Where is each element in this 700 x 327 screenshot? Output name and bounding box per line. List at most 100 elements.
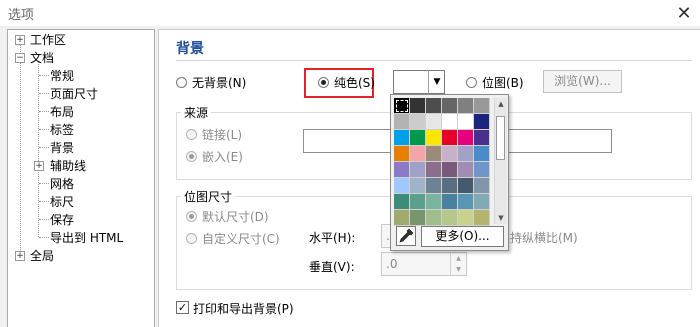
color-swatch[interactable] bbox=[426, 178, 442, 194]
tree-item-export-html[interactable]: 导出到 HTML bbox=[50, 229, 123, 246]
embed-radio[interactable] bbox=[186, 151, 197, 162]
color-swatch[interactable] bbox=[410, 162, 426, 178]
color-swatch[interactable] bbox=[394, 98, 410, 114]
color-swatch[interactable] bbox=[442, 114, 458, 130]
color-swatch[interactable] bbox=[474, 114, 490, 130]
color-swatch[interactable] bbox=[458, 146, 474, 162]
color-swatch[interactable] bbox=[442, 210, 458, 226]
options-tree: + 工作区 − 文档 常规 页面尺寸 布局 标签 背景 + 辅助线 网格 标尺 … bbox=[7, 29, 155, 327]
tree-item-save[interactable]: 保存 bbox=[50, 211, 74, 228]
color-swatch[interactable] bbox=[410, 146, 426, 162]
expand-icon[interactable]: + bbox=[15, 251, 25, 261]
browse-button[interactable]: 浏览(W)... bbox=[543, 70, 622, 93]
color-swatch[interactable] bbox=[410, 210, 426, 226]
color-swatch[interactable] bbox=[458, 178, 474, 194]
tree-item-global[interactable]: 全局 bbox=[30, 247, 54, 264]
color-swatch[interactable] bbox=[474, 162, 490, 178]
color-swatch[interactable] bbox=[474, 98, 490, 114]
color-swatch[interactable] bbox=[410, 194, 426, 210]
tree-item-label[interactable]: 标签 bbox=[50, 121, 74, 138]
close-icon[interactable]: ✕ bbox=[668, 0, 700, 26]
palette-scrollbar[interactable]: ▲ ▼ bbox=[494, 98, 507, 224]
color-swatch[interactable] bbox=[426, 98, 442, 114]
color-swatch[interactable] bbox=[394, 114, 410, 130]
embed-label[interactable]: 嵌入(E) bbox=[202, 148, 243, 165]
solid-color-radio[interactable] bbox=[318, 77, 329, 88]
color-swatch[interactable] bbox=[474, 146, 490, 162]
vertical-stepper[interactable]: .0 ▲ ▼ bbox=[381, 252, 467, 276]
tree-item-grid[interactable]: 网格 bbox=[50, 175, 74, 192]
color-swatch[interactable] bbox=[426, 114, 442, 130]
tree-line bbox=[39, 219, 49, 220]
bitmap-label[interactable]: 位图(B) bbox=[482, 74, 524, 91]
color-swatch[interactable] bbox=[458, 210, 474, 226]
link-label[interactable]: 链接(L) bbox=[202, 126, 242, 143]
color-palette-popup: ▲ ▼ 更多(O)... bbox=[390, 94, 509, 251]
more-colors-button[interactable]: 更多(O)... bbox=[421, 226, 504, 247]
color-swatch[interactable] bbox=[410, 178, 426, 194]
color-swatch[interactable] bbox=[410, 130, 426, 146]
print-export-label[interactable]: 打印和导出背景(P) bbox=[193, 300, 294, 317]
color-swatch[interactable] bbox=[394, 130, 410, 146]
color-swatch[interactable] bbox=[426, 194, 442, 210]
spin-arrows-icon[interactable]: ▲▼ bbox=[450, 253, 466, 275]
color-swatch[interactable] bbox=[442, 162, 458, 178]
chevron-down-icon[interactable]: ▼ bbox=[428, 70, 445, 94]
scroll-thumb[interactable] bbox=[496, 116, 505, 160]
color-swatch[interactable] bbox=[458, 130, 474, 146]
tree-item-document[interactable]: 文档 bbox=[30, 49, 54, 66]
color-swatch[interactable] bbox=[474, 194, 490, 210]
color-swatch[interactable] bbox=[394, 210, 410, 226]
keep-ratio-label[interactable]: 保持纵横比(M) bbox=[498, 229, 578, 246]
color-swatch[interactable] bbox=[474, 210, 490, 226]
eyedropper-icon[interactable] bbox=[396, 226, 416, 246]
tree-item-layout[interactable]: 布局 bbox=[50, 103, 74, 120]
tree-line bbox=[39, 237, 49, 238]
color-swatch[interactable] bbox=[426, 146, 442, 162]
tree-line bbox=[39, 147, 49, 148]
tree-item-workspace[interactable]: 工作区 bbox=[30, 31, 66, 48]
color-swatch[interactable] bbox=[458, 162, 474, 178]
scroll-up-icon[interactable]: ▲ bbox=[495, 98, 507, 110]
tree-item-guidelines[interactable]: 辅助线 bbox=[50, 157, 86, 174]
link-radio[interactable] bbox=[186, 129, 197, 140]
color-swatch[interactable] bbox=[474, 178, 490, 194]
tree-item-general[interactable]: 常规 bbox=[50, 67, 74, 84]
color-swatch[interactable] bbox=[394, 146, 410, 162]
color-swatch[interactable] bbox=[410, 114, 426, 130]
color-swatch[interactable] bbox=[426, 210, 442, 226]
color-swatch[interactable] bbox=[474, 130, 490, 146]
color-swatch[interactable] bbox=[394, 178, 410, 194]
color-swatch[interactable] bbox=[442, 130, 458, 146]
color-swatch[interactable] bbox=[394, 162, 410, 178]
color-swatch[interactable] bbox=[426, 130, 442, 146]
solid-color-label[interactable]: 纯色(S) bbox=[334, 74, 375, 91]
print-export-checkbox[interactable]: ✓ bbox=[176, 301, 189, 314]
color-swatch[interactable] bbox=[458, 114, 474, 130]
color-swatch[interactable] bbox=[410, 98, 426, 114]
collapse-icon[interactable]: − bbox=[15, 53, 25, 63]
color-swatch[interactable] bbox=[458, 98, 474, 114]
color-swatch[interactable] bbox=[394, 194, 410, 210]
expand-icon[interactable]: + bbox=[34, 161, 44, 171]
tree-item-rulers[interactable]: 标尺 bbox=[50, 193, 74, 210]
color-swatch[interactable] bbox=[426, 162, 442, 178]
divider bbox=[176, 60, 692, 61]
default-size-label[interactable]: 默认尺寸(D) bbox=[202, 208, 269, 225]
no-background-label[interactable]: 无背景(N) bbox=[192, 74, 246, 91]
custom-size-label[interactable]: 自定义尺寸(C) bbox=[202, 230, 280, 247]
custom-size-radio[interactable] bbox=[186, 233, 197, 244]
color-swatch[interactable] bbox=[458, 194, 474, 210]
color-swatch[interactable] bbox=[442, 194, 458, 210]
color-swatch[interactable] bbox=[442, 98, 458, 114]
bitmap-radio[interactable] bbox=[466, 77, 477, 88]
tree-item-page-size[interactable]: 页面尺寸 bbox=[50, 85, 98, 102]
title-bar: 选项 ✕ bbox=[0, 0, 700, 26]
tree-item-background[interactable]: 背景 bbox=[50, 139, 74, 156]
color-swatch[interactable] bbox=[442, 146, 458, 162]
expand-icon[interactable]: + bbox=[15, 35, 25, 45]
scroll-down-icon[interactable]: ▼ bbox=[495, 212, 507, 224]
no-background-radio[interactable] bbox=[176, 77, 187, 88]
default-size-radio[interactable] bbox=[186, 211, 197, 222]
color-swatch[interactable] bbox=[442, 178, 458, 194]
